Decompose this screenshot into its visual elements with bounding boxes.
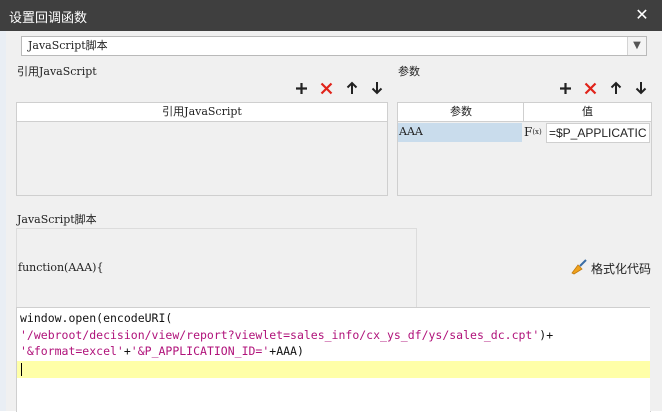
current-line-highlight: [17, 361, 650, 378]
params-toolbar: [553, 79, 653, 97]
script-type-select[interactable]: JavaScript脚本 ▼: [21, 36, 647, 56]
param-name-cell[interactable]: AAA: [398, 123, 522, 142]
formula-icon[interactable]: F(x): [524, 123, 546, 142]
window-title: 设置回调函数: [9, 11, 88, 26]
param-value: =$P_APPLICATIC: [549, 126, 647, 140]
text-caret: [21, 363, 22, 376]
code-line-2-string: '/webroot/decision/view/report?viewlet=s…: [20, 328, 540, 342]
params-label: 参数: [398, 65, 420, 78]
code-line-3: '&format=excel'+'&P_APPLICATION_ID='+AAA…: [20, 344, 304, 358]
left-strip: [0, 31, 6, 411]
broom-icon: [571, 259, 588, 278]
code-line-2: '/webroot/decision/view/report?viewlet=s…: [20, 328, 553, 342]
ref-js-toolbar: [289, 79, 389, 97]
js-script-label: JavaScript脚本: [17, 213, 97, 226]
editor-scrollbar[interactable]: [650, 307, 662, 411]
function-signature: function(AAA){: [18, 261, 104, 274]
params-column-value: 值: [523, 102, 652, 122]
ref-js-label: 引用JavaScript: [17, 65, 97, 78]
chevron-down-icon[interactable]: ▼: [627, 37, 646, 55]
format-code-button[interactable]: 格式化代码: [571, 259, 651, 278]
code-line-2-tail: )+: [539, 328, 554, 342]
add-icon[interactable]: [289, 79, 314, 97]
ref-js-column-header: 引用JavaScript: [16, 102, 388, 122]
delete-param-icon[interactable]: [578, 79, 603, 97]
code-editor[interactable]: window.open(encodeURI( '/webroot/decisio…: [16, 307, 651, 412]
add-param-icon[interactable]: [553, 79, 578, 97]
move-down-icon[interactable]: [364, 79, 389, 97]
close-icon[interactable]: ✕: [632, 5, 652, 25]
code-line-1-fn: window.open(encodeURI(: [20, 311, 173, 325]
code-line-3-string1: '&format=excel': [20, 344, 124, 358]
script-type-value: JavaScript脚本: [28, 39, 108, 52]
param-down-icon[interactable]: [628, 79, 653, 97]
delete-icon[interactable]: [314, 79, 339, 97]
param-value-field[interactable]: =$P_APPLICATIC: [546, 123, 650, 143]
code-line-1: window.open(encodeURI(: [20, 311, 172, 325]
param-name: AAA: [399, 125, 423, 138]
format-code-label: 格式化代码: [591, 262, 652, 276]
title-bar: 设置回调函数 ✕: [0, 0, 662, 31]
move-up-icon[interactable]: [339, 79, 364, 97]
params-column-param: 参数: [397, 102, 525, 122]
code-line-3-plus: +: [123, 344, 131, 358]
code-line-3-string2: '&P_APPLICATION_ID=': [130, 344, 270, 358]
param-up-icon[interactable]: [603, 79, 628, 97]
code-line-3-tail: +AAA): [269, 344, 304, 358]
